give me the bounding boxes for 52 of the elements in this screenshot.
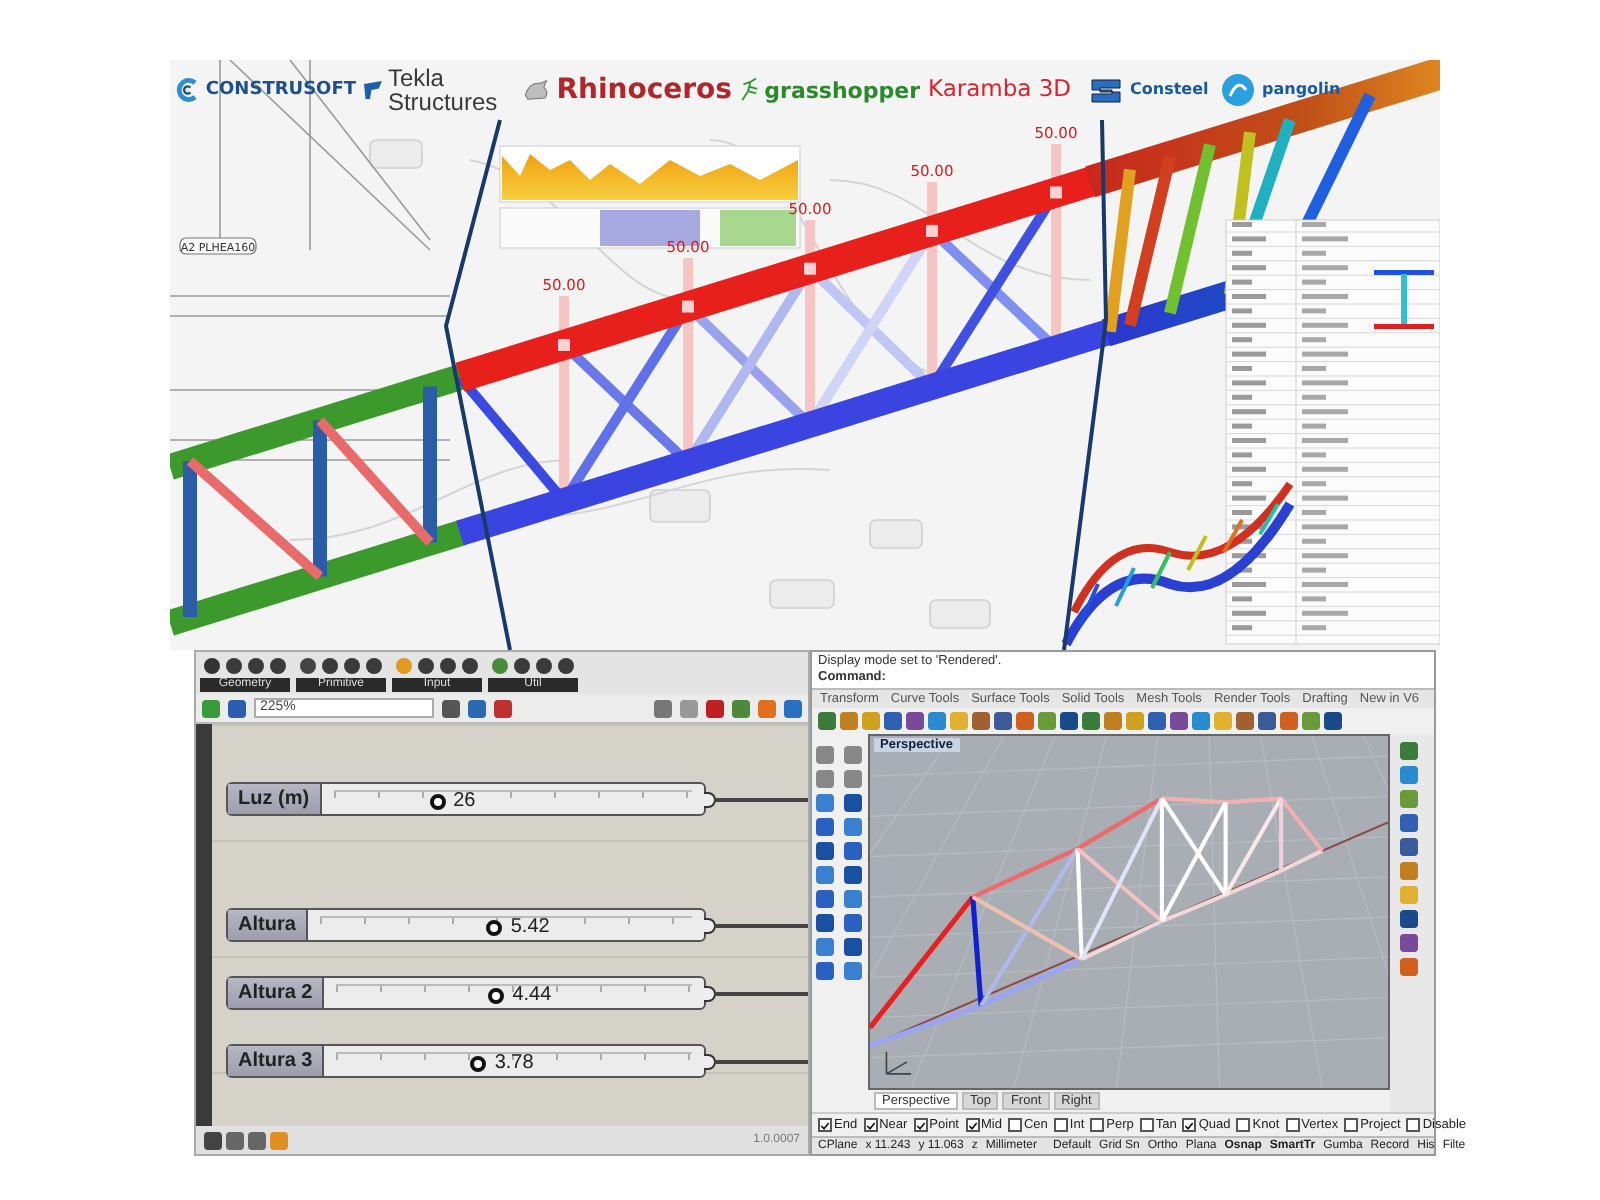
flag-logo-icon: [364, 78, 382, 102]
logo-text: pangolin: [1262, 82, 1341, 98]
graph-node: [369, 139, 423, 169]
graph-node: [769, 579, 835, 609]
number-slider[interactable]: Altura 2 4.44: [226, 976, 706, 1010]
eye-icon[interactable]: [468, 699, 486, 717]
axis-icon: [885, 1050, 912, 1075]
slider-value: 5.42: [510, 918, 550, 938]
slider-thumb[interactable]: [486, 920, 503, 936]
logo-text: CONSTRUSOFT: [205, 81, 356, 99]
brush-icon[interactable]: [494, 699, 512, 717]
slider-thumb[interactable]: [429, 794, 446, 810]
osnap-checkbox[interactable]: [1236, 1118, 1251, 1132]
osnap-checkbox[interactable]: [965, 1118, 979, 1132]
slider-value: 4.44: [512, 986, 552, 1006]
osnap-checkbox[interactable]: [1344, 1118, 1359, 1132]
osnap-checkbox[interactable]: [1007, 1118, 1022, 1132]
output-port: [704, 985, 716, 1001]
number-slider[interactable]: Altura 3 3.78: [226, 1044, 706, 1078]
osnap-checkbox[interactable]: [818, 1118, 832, 1132]
graph-node: [929, 599, 991, 629]
s-block-logo-icon: [1088, 76, 1124, 104]
slider-thumb[interactable]: [470, 1056, 487, 1072]
graph-node: [649, 489, 711, 523]
osnap-checkbox[interactable]: [913, 1118, 928, 1132]
osnap-checkbox[interactable]: [1090, 1118, 1105, 1132]
graph-node: [869, 519, 923, 549]
logo-text: Rhinoceros: [556, 76, 732, 104]
save-icon[interactable]: [228, 699, 246, 717]
slider-value: 26: [453, 792, 476, 812]
i-beam-section-drawing: [1374, 270, 1434, 329]
osnap-checkbox[interactable]: [863, 1118, 878, 1132]
logo-text: Karamba 3D: [928, 78, 1072, 102]
slider-thumb[interactable]: [488, 988, 505, 1004]
rhino-logo-icon: [524, 74, 551, 106]
osnap-checkbox[interactable]: [1053, 1118, 1068, 1132]
slider-value: 3.78: [494, 1054, 534, 1074]
output-port: [704, 1053, 716, 1069]
logo-text: Tekla Structures: [387, 66, 500, 114]
osnap-checkbox[interactable]: [1285, 1118, 1300, 1132]
zoom-extents-icon[interactable]: [442, 699, 460, 717]
pangolin-logo-icon: [1220, 72, 1256, 108]
number-slider[interactable]: Luz (m) 26: [226, 782, 706, 816]
open-file-icon[interactable]: [202, 699, 220, 717]
osnap-checkbox[interactable]: [1182, 1118, 1197, 1132]
output-port: [704, 791, 716, 807]
logo-text: Consteel: [1130, 82, 1209, 98]
number-slider[interactable]: Altura 5.42: [226, 908, 706, 942]
osnap-checkbox[interactable]: [1406, 1118, 1421, 1132]
osnap-checkbox[interactable]: [1139, 1118, 1154, 1132]
output-port: [704, 917, 716, 933]
logo-text: grasshopper: [764, 79, 920, 101]
